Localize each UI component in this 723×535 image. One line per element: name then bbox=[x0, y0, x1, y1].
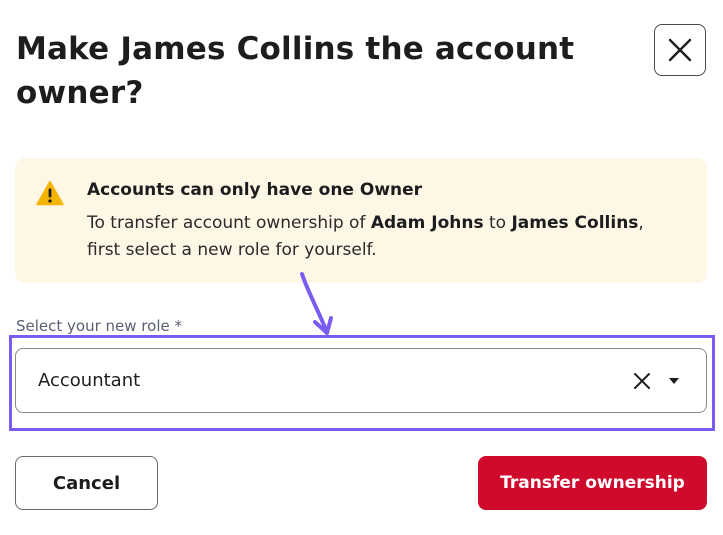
role-select[interactable]: Accountant bbox=[15, 348, 707, 413]
new-owner-name: James Collins bbox=[511, 213, 639, 233]
close-icon bbox=[668, 38, 692, 62]
cancel-button[interactable]: Cancel bbox=[15, 456, 158, 510]
current-owner-name: Adam Johns bbox=[370, 213, 484, 233]
role-field-label: Select your new role * bbox=[16, 317, 182, 335]
transfer-ownership-button[interactable]: Transfer ownership bbox=[478, 456, 707, 510]
warning-icon bbox=[36, 180, 64, 206]
caret-down-icon[interactable] bbox=[668, 376, 680, 386]
alert-text-prefix: To transfer account ownership of bbox=[87, 213, 371, 233]
clear-selection-icon[interactable] bbox=[632, 371, 652, 391]
annotation-arrow-icon bbox=[300, 272, 333, 335]
alert-title: Accounts can only have one Owner bbox=[87, 180, 423, 200]
selected-role-value: Accountant bbox=[38, 370, 141, 391]
alert-text-middle: to bbox=[483, 213, 512, 233]
alert-message: To transfer account ownership of Adam Jo… bbox=[87, 210, 647, 264]
transfer-ownership-dialog: Make James Collins the account owner? Ac… bbox=[0, 0, 723, 535]
dialog-title: Make James Collins the account owner? bbox=[16, 31, 575, 111]
owner-warning-alert: Accounts can only have one Owner To tran… bbox=[15, 158, 707, 283]
close-button[interactable] bbox=[654, 24, 706, 76]
